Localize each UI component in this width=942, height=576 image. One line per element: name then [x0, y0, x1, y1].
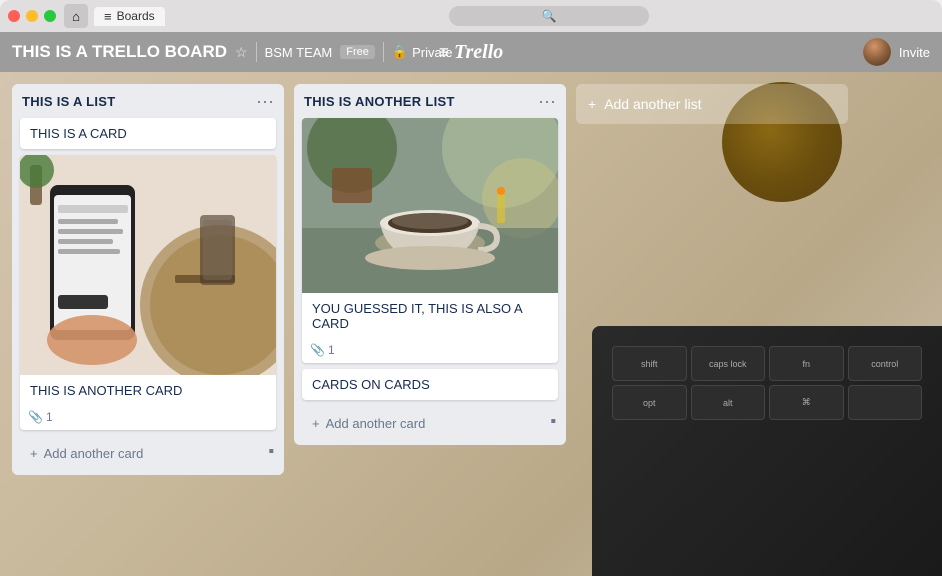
maximize-button[interactable]	[44, 10, 56, 22]
trello-logo: ≡ Trello	[439, 41, 504, 64]
card-3-text: YOU GUESSED IT, THIS IS ALSO A CARD	[302, 293, 558, 339]
divider	[256, 42, 257, 62]
topbar-left: THIS IS A TRELLO BOARD ☆ BSM TEAM Free 🔒…	[12, 42, 453, 62]
address-bar[interactable]: 🔍	[449, 6, 649, 26]
logo-text: Trello	[454, 41, 503, 64]
team-name: BSM TEAM	[265, 45, 333, 60]
board-area: shift caps lock fn control opt alt ⌘ THI…	[0, 72, 942, 576]
list-1-footer: + Add another card ▪	[20, 436, 276, 467]
browser-tab[interactable]: ≡ Boards	[94, 7, 165, 26]
lock-icon: 🔒	[392, 44, 408, 60]
plus-icon-2: +	[312, 416, 320, 431]
topbar-right: Invite	[863, 38, 930, 66]
list-2-menu-button[interactable]: ···	[538, 92, 556, 110]
card-2[interactable]: THIS IS ANOTHER CARD 📎 1	[20, 155, 276, 430]
home-icon[interactable]: ⌂	[64, 4, 88, 28]
invite-label: Invite	[899, 45, 930, 60]
card-4-text: CARDS ON CARDS	[302, 369, 558, 400]
list-2-header: THIS IS ANOTHER LIST ···	[302, 92, 558, 110]
window-chrome: ⌂ ≡ Boards 🔍	[0, 0, 942, 32]
add-list-label: Add another list	[604, 96, 701, 112]
add-card-label-2: Add another card	[326, 416, 426, 431]
close-button[interactable]	[8, 10, 20, 22]
card-2-text: THIS IS ANOTHER CARD	[20, 375, 276, 406]
paperclip-icon-2: 📎	[28, 410, 43, 424]
plus-icon-list: +	[588, 96, 596, 112]
card-4[interactable]: CARDS ON CARDS	[302, 369, 558, 400]
plus-icon-1: +	[30, 446, 38, 461]
card-3[interactable]: YOU GUESSED IT, THIS IS ALSO A CARD 📎 1	[302, 118, 558, 363]
team-badge: BSM TEAM	[265, 45, 333, 60]
list-2-footer: + Add another card ▪	[302, 406, 558, 437]
card-3-image	[302, 118, 558, 293]
card-2-footer: 📎 1	[20, 406, 276, 430]
card-2-image	[20, 155, 276, 375]
list-2-title: THIS IS ANOTHER LIST	[304, 94, 455, 109]
topbar: THIS IS A TRELLO BOARD ☆ BSM TEAM Free 🔒…	[0, 32, 942, 72]
add-card-button-1[interactable]: + Add another card	[22, 440, 268, 467]
board-title: THIS IS A TRELLO BOARD	[12, 42, 227, 62]
add-list-button[interactable]: + Add another list	[576, 84, 848, 124]
invite-button[interactable]: Invite	[899, 45, 930, 60]
card-1[interactable]: THIS IS A CARD	[20, 118, 276, 149]
list-2: THIS IS ANOTHER LIST ···	[294, 84, 566, 445]
template-button-1[interactable]: ▪	[268, 443, 274, 461]
divider2	[383, 42, 384, 62]
lists-container: THIS IS A LIST ··· THIS IS A CARD	[0, 72, 860, 576]
list-1: THIS IS A LIST ··· THIS IS A CARD	[12, 84, 284, 475]
add-card-label-1: Add another card	[44, 446, 144, 461]
add-card-button-2[interactable]: + Add another card	[304, 410, 550, 437]
attachment-count-2: 1	[46, 410, 53, 424]
card-1-text: THIS IS A CARD	[20, 118, 276, 149]
attachment-badge-3: 📎 1	[310, 343, 335, 357]
search-icon: 🔍	[542, 9, 557, 23]
attachment-count-3: 1	[328, 343, 335, 357]
traffic-lights	[8, 10, 56, 22]
card-3-footer: 📎 1	[302, 339, 558, 363]
free-badge: Free	[340, 45, 375, 59]
tab-label: Boards	[117, 9, 155, 23]
minimize-button[interactable]	[26, 10, 38, 22]
avatar[interactable]	[863, 38, 891, 66]
template-button-2[interactable]: ▪	[550, 413, 556, 431]
list-1-header: THIS IS A LIST ···	[20, 92, 276, 110]
list-1-menu-button[interactable]: ···	[256, 92, 274, 110]
list-1-title: THIS IS A LIST	[22, 94, 116, 109]
paperclip-icon-3: 📎	[310, 343, 325, 357]
attachment-badge-2: 📎 1	[28, 410, 53, 424]
star-button[interactable]: ☆	[235, 44, 248, 61]
